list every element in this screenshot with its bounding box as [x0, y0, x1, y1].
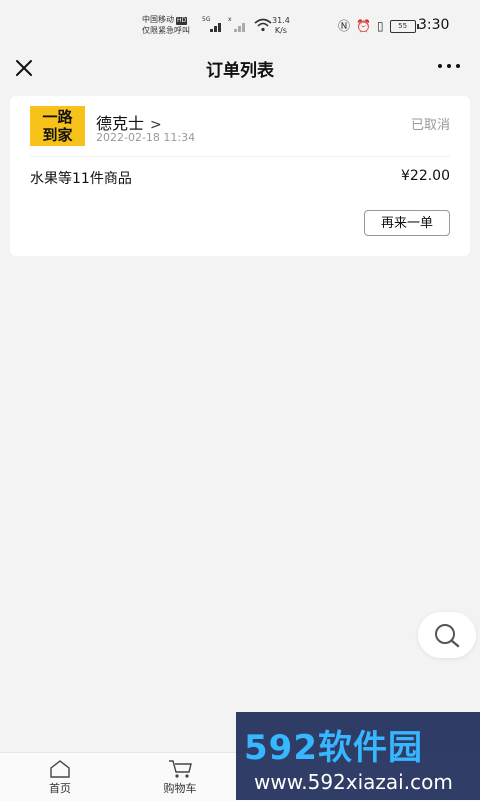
carrier-sub: 仅限紧急呼叫 — [142, 26, 190, 35]
vibrate-icon: ▯ — [376, 19, 384, 33]
page-title: 订单列表 — [206, 61, 274, 81]
hd-badge: HD — [176, 17, 188, 25]
nfc-icon: Ⓝ — [338, 19, 351, 33]
cart-icon — [169, 760, 192, 778]
network-speed: 31.4 K/s — [272, 16, 290, 36]
floating-search-button[interactable] — [418, 612, 476, 658]
tab-home-label: 首页 — [49, 782, 71, 795]
logo-line2: 到家 — [42, 126, 73, 144]
signal-group: 5G x — [202, 16, 272, 32]
carrier-name: 中国移动 — [142, 15, 174, 24]
more-icon[interactable] — [438, 64, 460, 68]
tab-cart[interactable]: 购物车 — [150, 759, 210, 796]
order-time: 2022-02-18 11:34 — [96, 131, 196, 144]
tab-home[interactable]: 首页 — [30, 759, 90, 796]
order-card[interactable]: 一路 到家 德克士 > 2022-02-18 11:34 已取消 水果等11件商品… — [10, 96, 470, 256]
system-icons: Ⓝ ⏰ ▯ 55 — [338, 19, 419, 33]
signal-sim2-icon: x — [228, 16, 248, 32]
speed-unit: K/s — [274, 26, 287, 35]
clock: 3:30 — [418, 17, 450, 33]
wifi-icon — [254, 18, 272, 32]
alarm-icon: ⏰ — [356, 19, 371, 33]
signal-5g-icon: 5G — [202, 16, 222, 32]
search-icon — [435, 624, 460, 648]
tab-cart-label: 购物车 — [163, 782, 197, 795]
battery-icon: 55 — [389, 19, 419, 33]
order-status: 已取消 — [410, 118, 450, 133]
divider — [30, 156, 450, 157]
home-icon — [50, 760, 70, 778]
navbar: 订单列表 — [0, 44, 480, 92]
signal-sim2-label: x — [228, 16, 232, 23]
reorder-button[interactable]: 再来一单 — [364, 210, 450, 236]
watermark-url: www.592xiazai.com — [254, 770, 453, 794]
status-bar: 中国移动 HD 仅限紧急呼叫 5G x 31.4 K/s Ⓝ ⏰ ▯ 55 3:3… — [0, 0, 480, 44]
signal-5g-label: 5G — [202, 16, 211, 23]
watermark-overlay: 592软件园 www.592xiazai.com — [236, 712, 480, 800]
speed-value: 31.4 — [272, 16, 290, 25]
store-logo: 一路 到家 — [30, 106, 85, 146]
carrier-info: 中国移动 HD 仅限紧急呼叫 — [142, 14, 190, 36]
order-price: ¥22.00 — [401, 168, 450, 184]
goods-summary: 水果等11件商品 — [30, 171, 132, 187]
watermark-brand: 592软件园 — [244, 728, 423, 768]
logo-line1: 一路 — [42, 108, 73, 126]
